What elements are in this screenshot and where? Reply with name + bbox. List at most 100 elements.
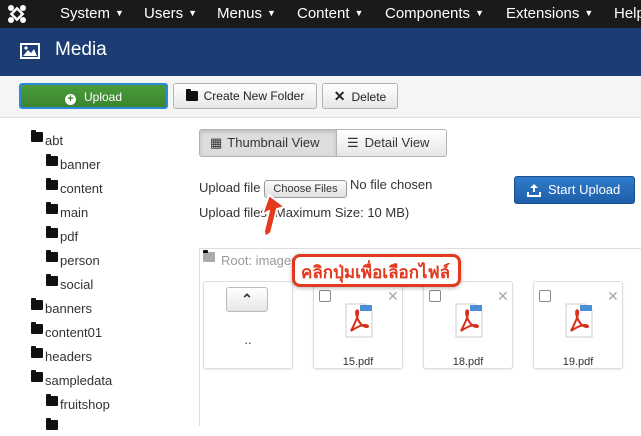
- caret-down-icon: ▼: [584, 8, 594, 18]
- folder-up-tile[interactable]: ⌃ ..: [203, 281, 293, 369]
- caret-down-icon: ▼: [188, 8, 198, 18]
- menu-label: Content: [297, 5, 350, 22]
- pdf-file-icon: [345, 303, 373, 338]
- file-tile[interactable]: ✕ 18.pdf: [423, 281, 513, 369]
- file-name: 18.pdf: [452, 356, 484, 368]
- list-icon: ☰: [347, 135, 359, 150]
- folder-icon: [46, 226, 58, 238]
- file-name: 19.pdf: [562, 356, 594, 368]
- menu-label: Help: [614, 5, 641, 22]
- start-upload-button[interactable]: Start Upload: [514, 176, 635, 204]
- tree-folder-banner[interactable]: banner: [46, 154, 101, 172]
- plus-circle-icon: +: [64, 94, 76, 105]
- caret-down-icon: ▼: [475, 8, 484, 18]
- menu-system[interactable]: System ▼: [60, 0, 124, 28]
- detail-view-label: Detail View: [364, 135, 430, 150]
- delete-x-icon[interactable]: ✕: [497, 288, 509, 305]
- tree-folder-partial[interactable]: [46, 418, 60, 436]
- folder-icon: [31, 322, 43, 334]
- create-folder-button[interactable]: Create New Folder: [173, 83, 317, 109]
- root-path: Root: images: [203, 250, 298, 268]
- tree-folder-headers[interactable]: headers: [31, 346, 92, 364]
- detail-view-button[interactable]: ☰ Detail View: [336, 129, 447, 157]
- tree-label: content: [60, 181, 103, 196]
- tree-folder-main[interactable]: main: [46, 202, 89, 220]
- select-checkbox[interactable]: [539, 290, 551, 302]
- menu-extensions[interactable]: Extensions ▼: [506, 0, 593, 28]
- folder-icon: [46, 250, 58, 262]
- tree-label: fruitshop: [60, 397, 110, 412]
- tree-label: main: [60, 205, 89, 220]
- annotation-text: คลิกปุ่มเพื่อเลือกไฟล์: [301, 263, 451, 282]
- folder-icon: [31, 298, 43, 310]
- tree-label: person: [60, 253, 100, 268]
- annotation-arrow-icon: [261, 194, 286, 238]
- upload-size-info: Upload files (Maximum Size: 10 MB): [199, 205, 410, 220]
- tree-folder-sampledata[interactable]: sampledata: [31, 370, 113, 388]
- tree-label: sampledata: [45, 373, 113, 388]
- caret-down-icon: ▼: [354, 8, 364, 18]
- tree-folder-content01[interactable]: content01: [31, 322, 102, 340]
- upload-file-label: Upload file: [199, 180, 261, 195]
- tree-folder-person[interactable]: person: [46, 250, 100, 268]
- image-icon: [20, 43, 40, 59]
- menu-help[interactable]: Help: [614, 0, 641, 28]
- delete-button-label: Delete: [351, 90, 387, 104]
- tree-folder-fruitshop[interactable]: fruitshop: [46, 394, 110, 412]
- folder-icon: [46, 418, 58, 430]
- start-upload-label: Start Upload: [548, 182, 621, 197]
- folder-icon: [46, 178, 58, 190]
- folder-icon: [46, 154, 58, 166]
- pdf-file-icon: [455, 303, 483, 338]
- joomla-logo-icon[interactable]: [6, 3, 28, 25]
- tree-label: banners: [45, 301, 92, 316]
- delete-button[interactable]: ✕ Delete: [322, 83, 398, 109]
- menu-label: Users: [144, 5, 184, 22]
- tree-label: pdf: [60, 229, 79, 244]
- tree-label: headers: [45, 349, 92, 364]
- file-tile[interactable]: ✕ 19.pdf: [533, 281, 623, 369]
- file-tile[interactable]: ✕ 15.pdf: [313, 281, 403, 369]
- file-status-text: No file chosen: [350, 177, 433, 192]
- menu-label: Components: [385, 5, 471, 22]
- select-checkbox[interactable]: [429, 290, 441, 302]
- delete-x-icon[interactable]: ✕: [607, 288, 619, 305]
- tree-folder-banners[interactable]: banners: [31, 298, 92, 316]
- tree-label: banner: [60, 157, 101, 172]
- page-header: Media: [0, 28, 641, 76]
- folder-icon: [185, 89, 198, 101]
- menu-menus[interactable]: Menus ▼: [217, 0, 276, 28]
- folder-icon: [46, 394, 58, 406]
- upload-button-label: Upload: [83, 90, 123, 104]
- upload-button[interactable]: + Upload: [19, 83, 168, 109]
- upload-icon: [527, 184, 541, 197]
- menu-label: Extensions: [506, 5, 580, 22]
- folder-icon: [31, 370, 43, 382]
- tree-label: social: [60, 277, 94, 292]
- select-checkbox[interactable]: [319, 290, 331, 302]
- tree-folder-abt[interactable]: abt: [31, 130, 64, 148]
- menu-label: Menus: [217, 5, 263, 22]
- tree-label: abt: [45, 133, 64, 148]
- thumbnail-view-button[interactable]: ▦ Thumbnail View: [199, 129, 337, 157]
- create-folder-label: Create New Folder: [203, 89, 305, 103]
- annotation-callout: คลิกปุ่มเพื่อเลือกไฟล์: [292, 254, 461, 287]
- folder-open-icon: [203, 250, 215, 262]
- menu-label: System: [60, 5, 111, 22]
- folder-icon: [46, 274, 58, 286]
- file-name: 15.pdf: [342, 356, 374, 368]
- root-path-label: Root: images: [221, 253, 298, 268]
- folder-icon: [31, 346, 43, 358]
- menu-content[interactable]: Content ▼: [297, 0, 363, 28]
- tree-folder-social[interactable]: social: [46, 274, 94, 292]
- page-title: Media: [55, 39, 107, 60]
- delete-x-icon[interactable]: ✕: [387, 288, 399, 305]
- tree-folder-pdf[interactable]: pdf: [46, 226, 79, 244]
- tree-folder-content[interactable]: content: [46, 178, 103, 196]
- parent-folder-label: ..: [244, 332, 252, 347]
- chevron-up-icon[interactable]: ⌃: [226, 287, 268, 312]
- menu-components[interactable]: Components ▼: [385, 0, 484, 28]
- menu-users[interactable]: Users ▼: [144, 0, 197, 28]
- close-icon: ✕: [333, 88, 346, 104]
- pdf-file-icon: [565, 303, 593, 338]
